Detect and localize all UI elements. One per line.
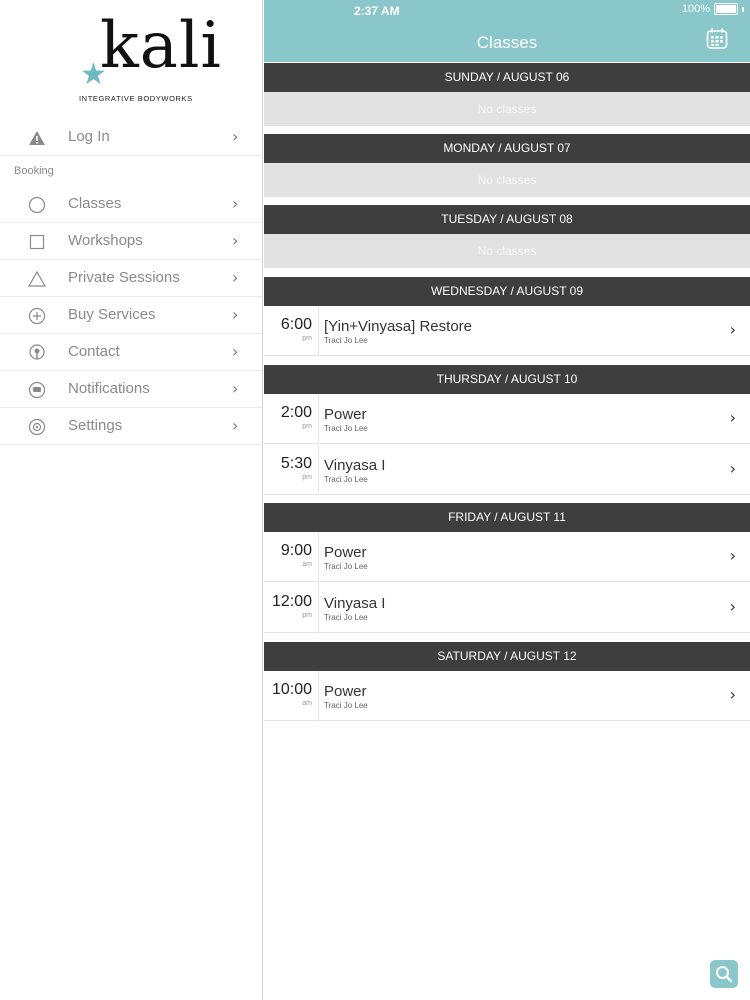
day-header: WEDNESDAY / AUGUST 09 xyxy=(264,277,750,306)
sidebar-item-settings[interactable]: Settings › xyxy=(0,408,262,445)
class-teacher: Traci Jo Lee xyxy=(324,613,368,622)
class-time: 12:00 xyxy=(271,593,312,610)
class-name: Vinyasa I xyxy=(324,595,386,612)
logo-text: kali xyxy=(100,9,222,83)
chevron-right-icon: › xyxy=(232,231,239,250)
battery-percent: 100% xyxy=(681,3,710,15)
no-classes-message: No classes xyxy=(264,92,750,126)
sidebar-item-login[interactable]: Log In › xyxy=(0,119,262,156)
battery-icon xyxy=(714,3,738,15)
status-time: 2:37 AM xyxy=(354,4,400,18)
logo-subtitle: INTEGRATIVE BODYWORKS xyxy=(79,94,193,103)
sidebar-item-notifications[interactable]: Notifications › xyxy=(0,371,262,408)
class-row[interactable]: 5:30 pm Vinyasa I Traci Jo Lee › xyxy=(264,445,750,495)
chevron-right-icon: › xyxy=(232,416,239,435)
class-row[interactable]: 2:00 pm Power Traci Jo Lee › xyxy=(264,394,750,444)
classes-panel: 2:37 AM 100% Classes SUNDAY / AUGUST 06 … xyxy=(264,0,750,1000)
sidebar-item-label: Contact xyxy=(68,343,120,360)
chevron-right-icon: › xyxy=(232,379,239,398)
square-icon xyxy=(29,234,45,250)
class-row[interactable]: 9:00 am Power Traci Jo Lee › xyxy=(264,532,750,582)
chevron-right-icon: › xyxy=(729,685,736,704)
location-pin-icon xyxy=(29,344,45,360)
class-name: Power xyxy=(324,544,367,561)
chevron-right-icon: › xyxy=(729,408,736,427)
chevron-right-icon: › xyxy=(232,342,239,361)
star-icon: ★ xyxy=(80,58,107,91)
sidebar-item-label: Buy Services xyxy=(68,306,156,323)
chevron-right-icon: › xyxy=(232,194,239,213)
sidebar-item-label: Classes xyxy=(68,195,122,212)
sidebar: kali ★ INTEGRATIVE BODYWORKS Log In › Bo… xyxy=(0,0,263,1000)
sidebar-item-buy-services[interactable]: Buy Services › xyxy=(0,297,262,334)
class-ampm: am xyxy=(302,700,312,707)
warning-icon xyxy=(29,131,45,145)
search-button[interactable] xyxy=(710,960,738,988)
class-time: 2:00 xyxy=(280,404,312,421)
chevron-right-icon: › xyxy=(232,268,239,287)
day-header: SUNDAY / AUGUST 06 xyxy=(264,63,750,92)
day-header: FRIDAY / AUGUST 11 xyxy=(264,503,750,532)
day-header: THURSDAY / AUGUST 10 xyxy=(264,365,750,394)
day-header: SATURDAY / AUGUST 12 xyxy=(264,642,750,671)
class-ampm: pm xyxy=(302,423,312,430)
brand-logo: kali ★ INTEGRATIVE BODYWORKS xyxy=(0,0,263,118)
triangle-icon xyxy=(28,270,46,287)
class-ampm: am xyxy=(302,561,312,568)
class-teacher: Traci Jo Lee xyxy=(324,562,368,571)
chevron-right-icon: › xyxy=(232,127,239,146)
sidebar-item-workshops[interactable]: Workshops › xyxy=(0,223,262,260)
class-name: Power xyxy=(324,406,367,423)
chevron-right-icon: › xyxy=(729,546,736,565)
day-header: MONDAY / AUGUST 07 xyxy=(264,134,750,163)
class-name: Power xyxy=(324,683,367,700)
sidebar-item-contact[interactable]: Contact › xyxy=(0,334,262,371)
sidebar-item-label: Log In xyxy=(68,128,110,145)
plus-circle-icon xyxy=(28,307,46,325)
top-bar: 2:37 AM 100% Classes xyxy=(264,0,750,62)
gear-icon xyxy=(28,418,46,436)
page-title: Classes xyxy=(476,33,538,52)
class-time: 10:00 xyxy=(271,681,312,698)
class-teacher: Traci Jo Lee xyxy=(324,424,368,433)
circle-icon xyxy=(28,196,46,214)
chevron-right-icon: › xyxy=(232,305,239,324)
class-ampm: pm xyxy=(302,335,312,342)
chevron-right-icon: › xyxy=(729,597,736,616)
sidebar-item-label: Settings xyxy=(68,417,123,434)
class-teacher: Traci Jo Lee xyxy=(324,336,368,345)
no-classes-message: No classes xyxy=(264,163,750,197)
sidebar-item-label: Private Sessions xyxy=(68,269,180,286)
class-ampm: pm xyxy=(302,612,312,619)
chevron-right-icon: › xyxy=(729,459,736,478)
sidebar-item-private-sessions[interactable]: Private Sessions › xyxy=(0,260,262,297)
class-row[interactable]: 10:00 am Power Traci Jo Lee › xyxy=(264,671,750,721)
day-header: TUESDAY / AUGUST 08 xyxy=(264,205,750,234)
class-teacher: Traci Jo Lee xyxy=(324,701,368,710)
class-name: Vinyasa I xyxy=(324,457,386,474)
class-row[interactable]: 12:00 pm Vinyasa I Traci Jo Lee › xyxy=(264,583,750,633)
class-ampm: pm xyxy=(302,474,312,481)
search-icon xyxy=(716,966,733,983)
class-teacher: Traci Jo Lee xyxy=(324,475,368,484)
calendar-icon[interactable] xyxy=(706,28,728,50)
section-label-booking: Booking xyxy=(14,165,54,177)
class-time: 9:00 xyxy=(280,542,312,559)
class-time: 6:00 xyxy=(280,316,312,333)
chat-bubble-icon xyxy=(28,381,46,399)
sidebar-item-classes[interactable]: Classes › xyxy=(0,186,262,223)
battery-status: 100% xyxy=(682,3,744,15)
class-row[interactable]: 6:00 pm [Yin+Vinyasa] Restore Traci Jo L… xyxy=(264,306,750,356)
sidebar-item-label: Notifications xyxy=(68,380,150,397)
class-time: 5:30 xyxy=(280,455,312,472)
chevron-right-icon: › xyxy=(729,320,736,339)
no-classes-message: No classes xyxy=(264,234,750,268)
class-name: [Yin+Vinyasa] Restore xyxy=(324,318,473,335)
sidebar-item-label: Workshops xyxy=(68,232,143,249)
